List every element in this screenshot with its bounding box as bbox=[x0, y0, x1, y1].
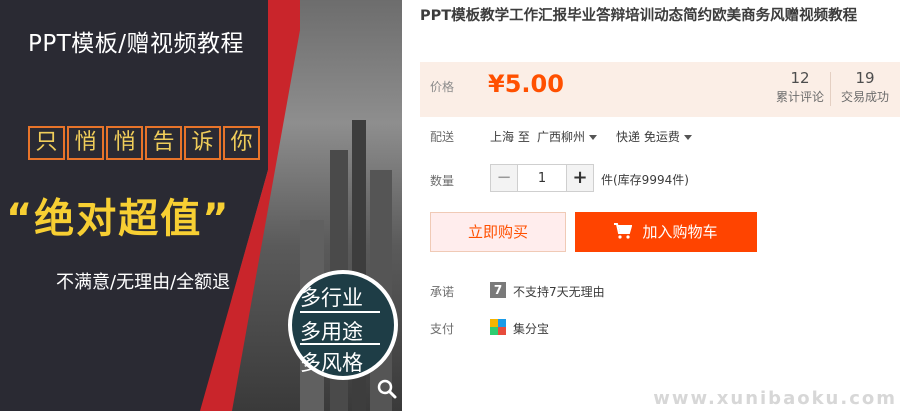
banner-circle-line: 多风格 bbox=[300, 351, 363, 375]
jifenbao-icon bbox=[490, 319, 506, 335]
stat-divider bbox=[830, 72, 831, 106]
shipping-method: 快递 免运费 bbox=[616, 130, 680, 144]
deals-count: 19 bbox=[855, 69, 875, 87]
banner-box-char: 悄 bbox=[67, 126, 104, 160]
banner-box-char: 只 bbox=[28, 126, 65, 160]
banner-slogan: “绝对超值” bbox=[6, 196, 231, 242]
banner-box-char: 你 bbox=[223, 126, 260, 160]
banner-box-char: 告 bbox=[145, 126, 182, 160]
stock-info: 件(库存9994件) bbox=[601, 173, 689, 187]
banner-box-char: 悄 bbox=[106, 126, 143, 160]
reviews-stat[interactable]: 12 累计评论 bbox=[774, 68, 826, 106]
banner-guarantee: 不满意/无理由/全额退 bbox=[56, 272, 231, 293]
payment-label: 支付 bbox=[430, 322, 455, 336]
watermark: www.xunibaoku.com bbox=[653, 388, 897, 409]
quantity-label: 数量 bbox=[430, 174, 455, 188]
shipping-destination: 广西柳州 bbox=[537, 130, 586, 144]
chevron-down-icon bbox=[589, 135, 598, 140]
payment-method: 集分宝 bbox=[513, 322, 550, 336]
banner-divider bbox=[300, 343, 380, 345]
price-panel: 价格 ¥5.00 12 累计评论 19 交易成功 bbox=[420, 62, 900, 117]
decrease-button[interactable]: − bbox=[491, 165, 517, 191]
add-to-cart-button[interactable]: 加入购物车 bbox=[575, 212, 757, 252]
banner-title: PPT模板/赠视频教程 bbox=[28, 31, 245, 57]
product-title: PPT模板教学工作汇报毕业答辩培训动态简约欧美商务风赠视频教程 bbox=[420, 8, 858, 24]
banner-box-row: 只 悄 悄 告 诉 你 bbox=[28, 126, 262, 160]
zoom-icon[interactable] bbox=[376, 378, 398, 400]
reviews-label: 累计评论 bbox=[775, 90, 824, 104]
deals-stat[interactable]: 19 交易成功 bbox=[834, 68, 896, 106]
banner-circle-line: 多用途 bbox=[300, 320, 363, 344]
seven-day-icon: 7 bbox=[490, 282, 506, 298]
chevron-down-icon bbox=[683, 135, 692, 140]
shipping-method-select[interactable]: 快递 免运费 bbox=[616, 128, 692, 145]
quantity-stepper: − + bbox=[490, 164, 594, 192]
promise-text[interactable]: 不支持7天无理由 bbox=[513, 283, 605, 300]
banner-divider bbox=[300, 311, 380, 313]
product-image[interactable]: PPT模板/赠视频教程 只 悄 悄 告 诉 你 “绝对超值” 不满意/无理由/全… bbox=[0, 0, 402, 411]
product-page: PPT模板/赠视频教程 只 悄 悄 告 诉 你 “绝对超值” 不满意/无理由/全… bbox=[0, 0, 905, 411]
reviews-count: 12 bbox=[790, 69, 810, 87]
price-label: 价格 bbox=[430, 80, 455, 94]
banner-circle-line: 多行业 bbox=[300, 286, 363, 310]
price-value: ¥5.00 bbox=[488, 70, 564, 98]
banner-box-char: 诉 bbox=[184, 126, 221, 160]
shipping-origin: 上海 至 bbox=[490, 130, 530, 144]
promise-label: 承诺 bbox=[430, 285, 455, 299]
shipping-destination-select[interactable]: 广西柳州 bbox=[537, 128, 598, 145]
shipping-label: 配送 bbox=[430, 130, 455, 144]
add-to-cart-label: 加入购物车 bbox=[642, 223, 718, 241]
cart-icon bbox=[614, 223, 633, 239]
increase-button[interactable]: + bbox=[567, 165, 593, 191]
deals-label: 交易成功 bbox=[840, 90, 889, 104]
buy-now-button[interactable]: 立即购买 bbox=[430, 212, 566, 252]
quantity-input[interactable] bbox=[517, 165, 567, 191]
